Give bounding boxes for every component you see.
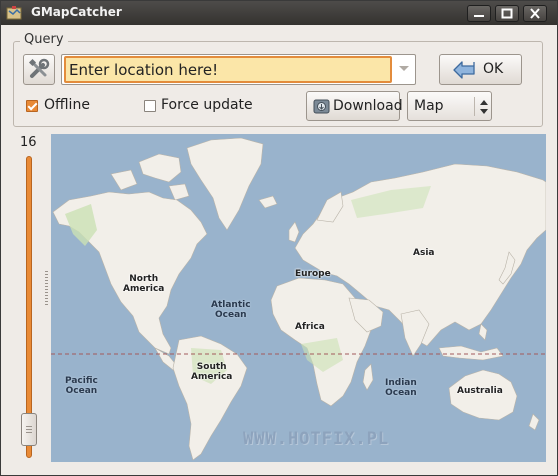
- close-button[interactable]: [523, 5, 547, 22]
- zoom-slider-handle[interactable]: [21, 413, 37, 446]
- label-indian-ocean: Indian Ocean: [385, 378, 417, 398]
- landmass-new-zealand: [528, 413, 540, 431]
- offline-checkbox[interactable]: [26, 100, 38, 112]
- close-icon: [530, 8, 540, 19]
- ok-button[interactable]: OK: [439, 54, 522, 85]
- settings-button[interactable]: [23, 54, 55, 85]
- app-window: GMapCatcher Query OK Offl: [0, 0, 558, 476]
- pane-resize-handle[interactable]: [45, 271, 48, 307]
- map-type-select[interactable]: Map: [407, 91, 492, 121]
- grip-line: [26, 426, 32, 427]
- minimize-icon: [474, 15, 484, 17]
- label-australia: Australia: [457, 386, 503, 396]
- location-combobox[interactable]: [61, 54, 416, 85]
- grip-line: [26, 432, 32, 433]
- map-type-value: Map: [414, 98, 444, 114]
- back-arrow-icon: [453, 61, 475, 79]
- app-icon: [6, 6, 22, 20]
- maximize-button[interactable]: [495, 5, 519, 22]
- window-title: GMapCatcher: [31, 5, 122, 19]
- label-pacific-ocean: Pacific Ocean: [65, 376, 98, 396]
- offline-label[interactable]: Offline: [44, 97, 90, 113]
- download-icon: [313, 99, 330, 114]
- download-label: Download: [333, 98, 403, 114]
- landmass-indonesia: [438, 345, 504, 361]
- landmass-uk: [288, 221, 300, 243]
- landmass-madagascar: [362, 363, 374, 391]
- map-view[interactable]: North America Atlantic Ocean Europe Asia…: [51, 134, 546, 462]
- download-button[interactable]: Download: [306, 91, 403, 121]
- label-north-america: North America: [123, 274, 165, 294]
- spin-arrows-icon: [480, 100, 488, 114]
- force-update-checkbox[interactable]: [144, 100, 156, 112]
- label-asia: Asia: [413, 248, 435, 258]
- ok-label: OK: [483, 61, 504, 77]
- watermark: WWW.HOTFIX.PL: [243, 429, 390, 449]
- location-dropdown-button[interactable]: [395, 57, 414, 82]
- force-update-label[interactable]: Force update: [161, 97, 253, 113]
- location-input[interactable]: [64, 56, 392, 83]
- query-legend: Query: [20, 32, 68, 47]
- world-map: [51, 137, 546, 461]
- minimize-button[interactable]: [467, 5, 491, 22]
- maximize-icon: [501, 8, 513, 19]
- label-europe: Europe: [295, 269, 331, 279]
- label-africa: Africa: [295, 322, 325, 332]
- grip-line: [26, 429, 32, 430]
- zoom-level-label: 16: [20, 135, 37, 150]
- label-atlantic-ocean: Atlantic Ocean: [211, 300, 251, 320]
- landmass-philippines: [478, 323, 488, 341]
- landmass-iceland: [258, 195, 278, 209]
- tools-icon: [28, 58, 50, 78]
- landmass-greenland: [186, 137, 264, 231]
- chevron-down-icon: [399, 66, 409, 71]
- select-separator: [474, 97, 475, 116]
- title-bar[interactable]: GMapCatcher: [1, 1, 557, 25]
- label-south-america: South America: [191, 362, 233, 382]
